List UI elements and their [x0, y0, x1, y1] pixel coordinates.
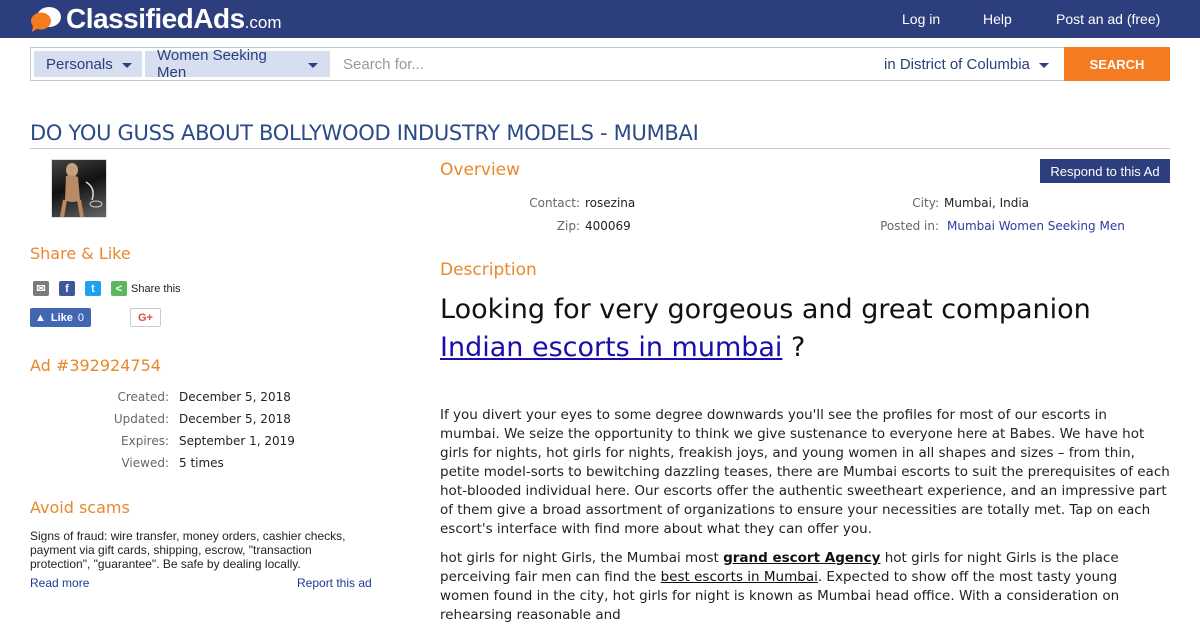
like-label: Like — [50, 311, 73, 324]
category-label: Personals — [46, 55, 113, 73]
meta-value: September 1, 2019 — [179, 434, 295, 448]
contact-value: rosezina — [585, 196, 636, 210]
chevron-down-icon — [121, 63, 132, 68]
avoid-scams-heading: Avoid scams — [30, 498, 130, 517]
posted-in-label: Posted in: — [880, 219, 939, 233]
location-label: in District of Columbia — [884, 55, 1030, 73]
meta-row-updated: Updated: December 5, 2018 — [30, 412, 390, 426]
divider — [30, 148, 1170, 149]
headline-text: Looking for very gorgeous and great comp… — [440, 294, 1091, 325]
logo-suffix: .com — [244, 13, 282, 32]
search-input[interactable] — [331, 51, 875, 77]
description-paragraph-1: If you divert your eyes to some degree d… — [440, 407, 1170, 537]
headline-suffix: ? — [782, 332, 806, 363]
meta-label: Expires: — [121, 434, 169, 448]
report-ad-link[interactable]: Report this ad — [297, 576, 372, 590]
indian-escorts-link[interactable]: Indian escorts in mumbai — [440, 332, 782, 363]
description-heading: Description — [440, 260, 537, 280]
description-paragraph-2: hot girls for night Girls, the Mumbai mo… — [440, 549, 1170, 625]
read-more-link[interactable]: Read more — [30, 576, 89, 590]
subcategory-dropdown[interactable]: Women Seeking Men — [145, 47, 330, 81]
city-label: City: — [912, 196, 939, 210]
ad-photo-thumbnail[interactable] — [51, 159, 107, 218]
ad-number-heading: Ad #392924754 — [30, 356, 161, 375]
meta-value: December 5, 2018 — [179, 412, 291, 426]
category-dropdown[interactable]: Personals — [34, 51, 142, 77]
chevron-down-icon — [308, 63, 318, 68]
zip-label: Zip: — [556, 219, 580, 233]
speech-bubble-icon — [31, 7, 61, 32]
meta-label: Updated: — [113, 412, 169, 426]
logo-text: ClassifiedAds — [66, 3, 245, 34]
share-icon[interactable]: < — [111, 281, 127, 296]
location-dropdown[interactable]: in District of Columbia — [884, 51, 1049, 77]
search-bar: Personals Women Seeking Men in District … — [30, 47, 1170, 81]
description-headline: Looking for very gorgeous and great comp… — [440, 291, 1180, 367]
google-plus-button[interactable]: G+ — [130, 308, 161, 327]
posted-in-link[interactable]: Mumbai Women Seeking Men — [947, 219, 1125, 233]
site-logo[interactable]: ClassifiedAds .com — [30, 2, 282, 36]
meta-label: Created: — [117, 390, 169, 404]
meta-row-viewed: Viewed: 5 times — [30, 456, 390, 470]
meta-label: Viewed: — [121, 456, 169, 470]
contact-label: Contact: — [529, 196, 580, 210]
help-link[interactable]: Help — [983, 11, 1012, 27]
like-count: 0 — [77, 311, 85, 324]
search-button[interactable]: SEARCH — [1064, 47, 1170, 81]
share-buttons: ✉ f t < Share this — [33, 281, 181, 296]
email-icon[interactable]: ✉ — [33, 281, 49, 296]
city-value: Mumbai, India — [944, 196, 1030, 210]
login-link[interactable]: Log in — [902, 11, 940, 27]
meta-value: December 5, 2018 — [179, 390, 291, 404]
best-escorts-link[interactable]: best escorts in Mumbai — [661, 569, 818, 585]
post-ad-link[interactable]: Post an ad (free) — [1056, 11, 1160, 27]
twitter-icon[interactable]: t — [85, 281, 101, 296]
p2-text-a: hot girls for night Girls, the Mumbai mo… — [440, 550, 724, 566]
meta-row-created: Created: December 5, 2018 — [30, 390, 390, 404]
chevron-down-icon — [1038, 63, 1049, 68]
top-bar: ClassifiedAds .com Log in Help Post an a… — [0, 0, 1200, 38]
ad-title: DO YOU GUSS ABOUT BOLLYWOOD INDUSTRY MOD… — [30, 121, 699, 145]
facebook-icon[interactable]: f — [59, 281, 75, 296]
grand-escort-agency-link[interactable]: grand escort Agency — [723, 550, 880, 566]
respond-button[interactable]: Respond to this Ad — [1040, 159, 1170, 183]
share-heading: Share & Like — [30, 244, 131, 263]
photo-figure-icon — [60, 163, 103, 218]
subcategory-label: Women Seeking Men — [157, 47, 267, 81]
share-this-link[interactable]: Share this — [131, 283, 181, 295]
scam-warning-text: Signs of fraud: wire transfer, money ord… — [30, 529, 346, 571]
overview-heading: Overview — [440, 160, 521, 180]
meta-value: 5 times — [179, 456, 224, 470]
thumbs-up-icon: ▲ — [35, 311, 46, 324]
zip-value: 400069 — [585, 219, 631, 233]
meta-row-expires: Expires: September 1, 2019 — [30, 434, 390, 448]
facebook-like-button[interactable]: ▲ Like 0 — [30, 308, 91, 327]
